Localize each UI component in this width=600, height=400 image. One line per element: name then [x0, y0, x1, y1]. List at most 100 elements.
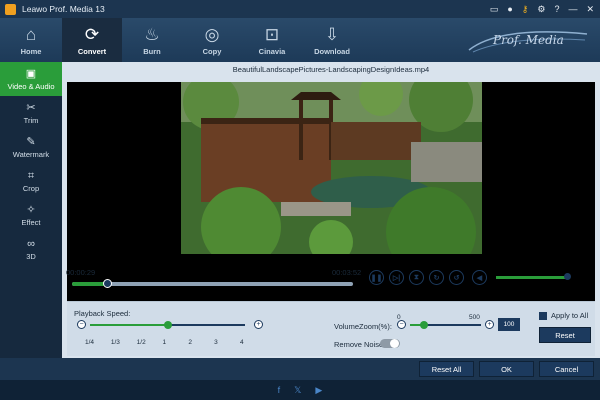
speed-tick-label: 1 — [162, 339, 167, 346]
sidebar-item-effect[interactable]: ✧ Effect — [0, 198, 62, 232]
tab-copy[interactable]: ◎ Copy — [182, 18, 242, 62]
reset-button[interactable]: Reset — [539, 327, 591, 343]
speed-tick-label: 1/3 — [110, 339, 120, 346]
settings-icon[interactable]: ⚙ — [537, 0, 545, 18]
speed-fill — [90, 324, 168, 326]
minimize-icon[interactable]: — — [568, 0, 577, 18]
tab-download[interactable]: ⇩ Download — [302, 18, 362, 62]
brand-text: Prof. Media — [493, 33, 564, 47]
tab-label: Burn — [143, 46, 161, 56]
seek-bar[interactable] — [72, 279, 353, 288]
remove-noise-toggle[interactable] — [380, 339, 400, 348]
3d-glasses-icon: ∞ — [27, 237, 35, 250]
sidebar-item-video-audio[interactable]: ▣ Video & Audio — [0, 62, 62, 96]
speed-tick-label: 2 — [188, 339, 192, 346]
rotate-right-icon[interactable]: ↻ — [429, 270, 444, 285]
tab-label: Convert — [77, 46, 107, 56]
monitor-icon[interactable]: ▭ — [490, 0, 499, 18]
crop-icon: ⌗ — [27, 169, 35, 182]
volume-icon[interactable]: ◀ — [472, 270, 487, 285]
video-frame-image — [181, 82, 482, 254]
volume-zoom-input[interactable]: 100 — [498, 318, 520, 331]
video-icon: ▣ — [25, 67, 37, 80]
playback-speed-slider[interactable] — [90, 321, 245, 329]
home-icon: ⌂ — [25, 24, 37, 44]
window-title: Leawo Prof. Media 13 — [22, 4, 105, 14]
editor-content: BeautifulLandscapePictures-LandscapingDe… — [62, 62, 600, 358]
close-icon[interactable]: ✕ — [586, 0, 594, 18]
facebook-icon[interactable]: f — [278, 385, 281, 395]
speed-increase-icon[interactable]: + — [254, 320, 263, 329]
video-filename: BeautifulLandscapePictures-LandscapingDe… — [232, 65, 430, 74]
pause-icon[interactable]: ❚❚ — [369, 270, 384, 285]
volume-zoom-decrease-icon[interactable]: − — [397, 320, 406, 329]
sidebar-item-label: Watermark — [12, 149, 50, 159]
help-icon[interactable]: ? — [554, 0, 559, 18]
copy-icon: ◎ — [204, 24, 220, 44]
speed-tick-label: 1/4 — [85, 339, 95, 346]
current-time: 00:00:29 — [66, 268, 96, 277]
volume-slider[interactable] — [496, 273, 571, 280]
seek-bar-fill — [72, 282, 108, 286]
tab-convert[interactable]: ⟳ Convert — [62, 18, 122, 62]
watermark-icon: ✎ — [26, 135, 36, 148]
unlock-icon: ⊡ — [264, 24, 280, 44]
video-preview[interactable] — [67, 82, 595, 316]
reset-all-button[interactable]: Reset All — [419, 361, 474, 377]
volume-zoom-slider[interactable] — [410, 321, 481, 329]
tab-burn[interactable]: ♨ Burn — [122, 18, 182, 62]
cancel-button[interactable]: Cancel — [539, 361, 594, 377]
snapshot-icon[interactable]: ⧗ — [409, 270, 424, 285]
tab-home[interactable]: ⌂ Home — [0, 18, 62, 62]
remove-noise-label: Remove Noise: — [334, 340, 386, 349]
volume-zoom-increase-icon[interactable]: + — [485, 320, 494, 329]
step-icon[interactable]: ▷| — [389, 270, 404, 285]
speed-handle[interactable] — [163, 321, 172, 329]
social-footer: f 𝕏 ▶ — [0, 380, 600, 400]
main-toolbar: ⌂ Home ⟳ Convert ♨ Burn ◎ Copy ⊡ Cinavia… — [0, 18, 600, 62]
edit-sidebar: ▣ Video & Audio ✂ Trim ✎ Watermark ⌗ Cro… — [0, 62, 62, 358]
app-logo-icon — [5, 3, 16, 15]
sidebar-item-crop[interactable]: ⌗ Crop — [0, 164, 62, 198]
tab-label: Cinavia — [258, 46, 286, 56]
volume-zoom-label: VolumeZoom(%): — [334, 322, 392, 331]
convert-icon: ⟳ — [84, 24, 100, 44]
checkbox-box[interactable] — [539, 311, 547, 320]
rotate-left-icon[interactable]: ↺ — [449, 270, 464, 285]
apply-to-all-label: Apply to All — [551, 311, 589, 320]
sidebar-item-label: Effect — [21, 217, 41, 227]
toggle-knob — [390, 339, 399, 348]
brand-logo: Prof. Media — [465, 28, 590, 54]
tab-label: Home — [20, 46, 42, 56]
playback-speed-label: Playback Speed: — [74, 309, 131, 318]
audio-video-settings-panel: Playback Speed: − + 1/4 1/3 1/2 1 2 3 4 Volume… — [67, 301, 595, 356]
volume-handle[interactable] — [564, 273, 571, 280]
sidebar-item-label: Trim — [23, 115, 39, 125]
dialog-action-bar: Reset All OK Cancel — [0, 358, 600, 380]
volume-zoom-max: 500 — [469, 314, 480, 321]
effect-icon: ✧ — [26, 203, 36, 216]
sidebar-item-watermark[interactable]: ✎ Watermark — [0, 130, 62, 164]
volume-zoom-handle[interactable] — [420, 321, 429, 329]
sidebar-item-label: Crop — [22, 183, 40, 193]
tab-cinavia[interactable]: ⊡ Cinavia — [242, 18, 302, 62]
x-icon[interactable]: 𝕏 — [294, 385, 301, 396]
speed-tick-label: 3 — [214, 339, 218, 346]
sidebar-item-trim[interactable]: ✂ Trim — [0, 96, 62, 130]
burn-icon: ♨ — [144, 24, 160, 44]
speed-decrease-icon[interactable]: − — [77, 320, 86, 329]
user-icon[interactable]: ● — [507, 0, 512, 18]
download-icon: ⇩ — [324, 24, 340, 44]
speed-tick-label: 4 — [240, 339, 244, 346]
total-time: 00:03:52 — [332, 268, 362, 277]
tab-label: Download — [314, 46, 350, 56]
ok-button[interactable]: OK — [479, 361, 534, 377]
speed-tick-label: 1/2 — [136, 339, 146, 346]
tab-label: Copy — [202, 46, 222, 56]
sidebar-item-label: Video & Audio — [7, 81, 55, 91]
sidebar-item-label: 3D — [26, 251, 36, 261]
key-icon[interactable]: ⚷ — [522, 0, 529, 18]
sidebar-item-3d[interactable]: ∞ 3D — [0, 232, 62, 266]
apply-to-all-checkbox[interactable]: Apply to All — [539, 311, 588, 320]
youtube-icon[interactable]: ▶ — [315, 385, 322, 396]
